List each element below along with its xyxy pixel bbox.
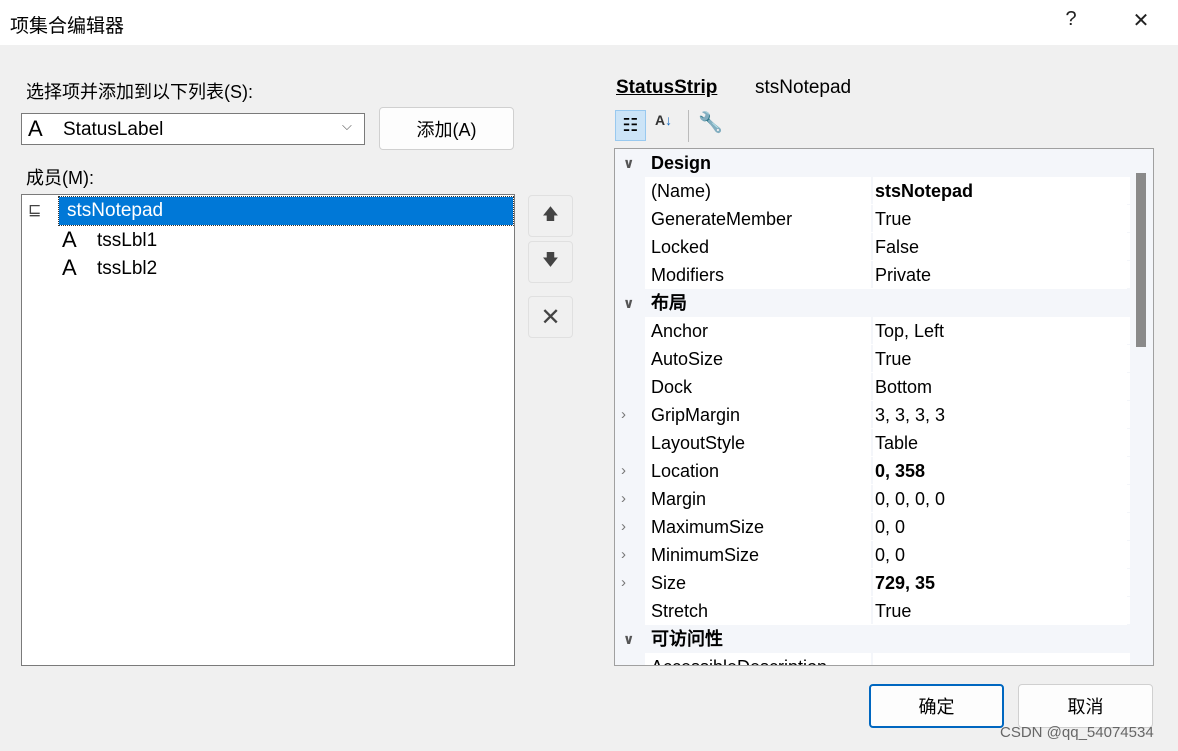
delete-button[interactable]: ✕ bbox=[528, 296, 573, 338]
members-list[interactable]: ⊑ stsNotepad A tssLbl1 A tssLbl2 bbox=[21, 194, 515, 666]
property-name: MinimumSize bbox=[651, 545, 760, 565]
property-value[interactable]: True bbox=[871, 345, 1131, 372]
category-row[interactable]: ∨ 可访问性 bbox=[615, 625, 1127, 653]
property-row[interactable]: Locked False bbox=[645, 233, 1131, 261]
property-row[interactable]: › Size 729, 35 bbox=[621, 569, 1131, 597]
arrow-up-icon: 🡅 bbox=[542, 205, 559, 223]
ok-button[interactable]: 确定 bbox=[869, 684, 1004, 728]
property-value[interactable]: Private bbox=[871, 261, 1131, 288]
chevron-right-icon[interactable]: › bbox=[621, 541, 626, 569]
property-name: Margin bbox=[651, 489, 707, 509]
category-name: Design bbox=[651, 153, 712, 173]
property-name: (Name) bbox=[651, 181, 712, 201]
property-value[interactable]: False bbox=[871, 233, 1131, 260]
property-name: MaximumSize bbox=[651, 517, 765, 537]
delete-x-icon: ✕ bbox=[540, 303, 561, 331]
property-name: GenerateMember bbox=[651, 209, 793, 229]
property-row[interactable]: Anchor Top, Left bbox=[645, 317, 1131, 345]
property-row[interactable]: GenerateMember True bbox=[645, 205, 1131, 233]
combo-value: StatusLabel bbox=[63, 119, 164, 140]
category-name: 可访问性 bbox=[651, 629, 723, 649]
property-row[interactable]: AutoSize True bbox=[645, 345, 1131, 373]
chevron-right-icon[interactable]: › bbox=[621, 485, 626, 513]
wrench-icon[interactable]: 🔧 bbox=[698, 110, 723, 135]
property-value[interactable]: 729, 35 bbox=[871, 569, 1131, 596]
category-row[interactable]: ∨ Design bbox=[615, 149, 1127, 177]
property-row[interactable]: › MaximumSize 0, 0 bbox=[621, 513, 1131, 541]
property-value[interactable]: Top, Left bbox=[871, 317, 1131, 344]
label-a-icon: A bbox=[62, 227, 77, 252]
property-value[interactable]: 0, 0 bbox=[871, 513, 1131, 540]
property-value[interactable]: Table bbox=[871, 429, 1131, 456]
property-row[interactable]: (Name) stsNotepad bbox=[645, 177, 1131, 205]
property-value[interactable]: 0, 358 bbox=[871, 457, 1131, 484]
property-name: Size bbox=[651, 573, 687, 593]
property-value[interactable]: 0, 0 bbox=[871, 541, 1131, 568]
property-value[interactable]: True bbox=[871, 205, 1131, 232]
property-value[interactable] bbox=[871, 653, 1131, 665]
toolbar-divider bbox=[688, 110, 689, 142]
label-a-icon: A bbox=[28, 116, 43, 141]
property-name: Stretch bbox=[651, 601, 709, 621]
cancel-button[interactable]: 取消 bbox=[1018, 684, 1153, 728]
property-row[interactable]: Dock Bottom bbox=[645, 373, 1131, 401]
alphabetical-sort-icon[interactable]: A↓ bbox=[655, 112, 672, 128]
move-down-button[interactable]: 🡇 bbox=[528, 241, 573, 283]
property-name: LayoutStyle bbox=[651, 433, 746, 453]
item-type-combo[interactable]: A StatusLabel ⌵ bbox=[21, 113, 365, 145]
property-value[interactable]: 0, 0, 0, 0 bbox=[871, 485, 1131, 512]
property-name: Dock bbox=[651, 377, 693, 397]
property-name: Modifiers bbox=[651, 265, 725, 285]
select-item-label: 选择项并添加到以下列表(S): bbox=[26, 82, 253, 102]
property-row[interactable]: AccessibleDescription bbox=[645, 653, 1131, 665]
category-row[interactable]: ∨ 布局 bbox=[615, 289, 1127, 317]
category-name: 布局 bbox=[651, 293, 687, 313]
property-value[interactable]: stsNotepad bbox=[871, 177, 1131, 204]
move-up-button[interactable]: 🡅 bbox=[528, 195, 573, 237]
chevron-down-icon[interactable]: ∨ bbox=[623, 289, 634, 317]
chevron-down-icon[interactable]: ⌵ bbox=[342, 118, 352, 134]
chevron-down-icon[interactable]: ∨ bbox=[623, 149, 634, 177]
arrow-down-icon: 🡇 bbox=[542, 251, 559, 269]
property-name: Anchor bbox=[651, 321, 709, 341]
property-name: Locked bbox=[651, 237, 710, 257]
property-row[interactable]: Modifiers Private bbox=[645, 261, 1131, 289]
property-name: Location bbox=[651, 461, 720, 481]
property-name: AutoSize bbox=[651, 349, 724, 369]
property-row[interactable]: Stretch True bbox=[645, 597, 1131, 625]
property-row[interactable]: › Location 0, 358 bbox=[621, 457, 1131, 485]
list-item[interactable]: stsNotepad bbox=[58, 196, 514, 226]
chevron-right-icon[interactable]: › bbox=[621, 569, 626, 597]
add-button[interactable]: 添加(A) bbox=[379, 107, 514, 150]
property-row[interactable]: › Margin 0, 0, 0, 0 bbox=[621, 485, 1131, 513]
property-value[interactable]: Bottom bbox=[871, 373, 1131, 400]
chevron-down-icon[interactable]: ∨ bbox=[623, 625, 634, 653]
members-label: 成员(M): bbox=[26, 168, 94, 188]
scrollbar-thumb[interactable] bbox=[1136, 173, 1146, 347]
property-grid[interactable]: AccessibleDescription ∨ 可访问性 Stretch True › Si… bbox=[614, 148, 1154, 666]
scrollbar[interactable] bbox=[1130, 149, 1153, 665]
property-row[interactable]: › GripMargin 3, 3, 3, 3 bbox=[621, 401, 1131, 429]
chevron-right-icon[interactable]: › bbox=[621, 457, 626, 485]
chevron-right-icon[interactable]: › bbox=[621, 401, 626, 429]
property-name: GripMargin bbox=[651, 405, 741, 425]
property-name: AccessibleDescription bbox=[651, 653, 827, 665]
close-button[interactable]: ✕ bbox=[1121, 8, 1161, 33]
window-title: 项集合编辑器 bbox=[10, 16, 125, 37]
title-bar bbox=[0, 0, 1178, 45]
object-name: stsNotepad bbox=[755, 77, 852, 98]
watermark: CSDN @qq_54074534 bbox=[1000, 724, 1154, 741]
help-button[interactable]: ? bbox=[1051, 8, 1091, 31]
object-type: StatusStrip bbox=[616, 77, 718, 98]
label-a-icon: A bbox=[62, 255, 77, 280]
list-item[interactable]: tssLbl2 bbox=[97, 255, 157, 283]
property-row[interactable]: › MinimumSize 0, 0 bbox=[621, 541, 1131, 569]
property-row[interactable]: LayoutStyle Table bbox=[645, 429, 1131, 457]
property-value[interactable]: True bbox=[871, 597, 1131, 624]
chevron-right-icon[interactable]: › bbox=[621, 513, 626, 541]
categorized-icon[interactable]: ☷ bbox=[615, 110, 646, 141]
list-item[interactable]: tssLbl1 bbox=[97, 227, 157, 255]
statusstrip-icon: ⊑ bbox=[28, 202, 42, 219]
property-value[interactable]: 3, 3, 3, 3 bbox=[871, 401, 1131, 428]
